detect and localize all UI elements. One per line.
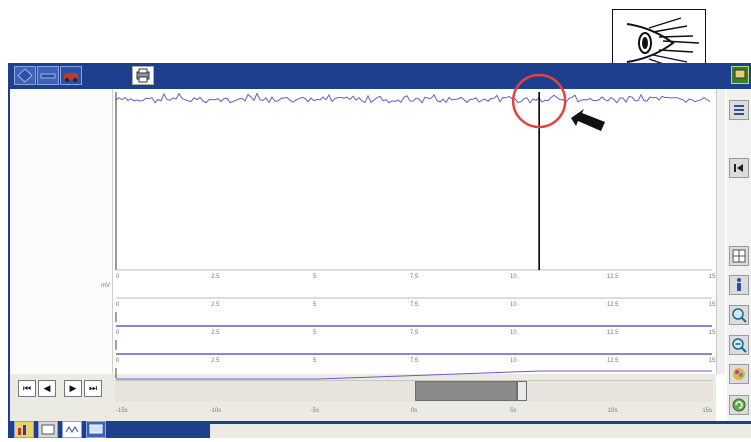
time-label: 15s [702, 408, 712, 414]
tick-label: 10 [510, 330, 517, 336]
tick-label: 2.5 [211, 274, 220, 280]
main-trace [115, 92, 711, 104]
time-label: 0s [411, 408, 417, 414]
tick-label: 5 [313, 330, 317, 336]
tick-label: 5 [313, 358, 317, 364]
tick-label: 0 [116, 302, 120, 308]
tick-label: 12.5 [607, 274, 619, 280]
tick-label: 5 [313, 274, 317, 280]
tick-label: 15 [709, 274, 716, 280]
callout-arrow [571, 109, 605, 131]
tick-label: 7.5 [410, 330, 419, 336]
time-label: 5s [510, 408, 516, 414]
tick-label: 0 [116, 274, 120, 280]
time-label: -10s [209, 408, 221, 414]
tick-label: 10 [510, 302, 517, 308]
tick-label: 0 [116, 330, 120, 336]
tick-label: 12.5 [607, 302, 619, 308]
tick-label: 5 [313, 302, 317, 308]
tick-label: 15 [709, 302, 716, 308]
tick-label: 12.5 [607, 358, 619, 364]
channel-trace-4 [116, 370, 712, 380]
tick-label: 7.5 [410, 274, 419, 280]
tick-label: 10 [510, 274, 517, 280]
tick-label: 0 [116, 358, 120, 364]
time-label: -5s [310, 408, 318, 414]
tick-label: 15 [709, 330, 716, 336]
tick-label: 15 [709, 358, 716, 364]
tick-label: 7.5 [410, 358, 419, 364]
time-label: 10s [608, 408, 618, 414]
tick-label: 7.5 [410, 302, 419, 308]
tick-label: 2.5 [211, 330, 220, 336]
time-label: -15s [116, 408, 128, 414]
tick-label: 2.5 [211, 358, 220, 364]
tick-label: 10 [510, 358, 517, 364]
tick-label: 2.5 [211, 302, 220, 308]
tick-label: 12.5 [607, 330, 619, 336]
chart-overlay: 0 2.5 5 7.5 10 12.5 15 0 2.5 5 7.5 10 12.5 15 0 2.5 5 7.5… [101, 73, 716, 414]
unit-label: mV [101, 283, 110, 289]
